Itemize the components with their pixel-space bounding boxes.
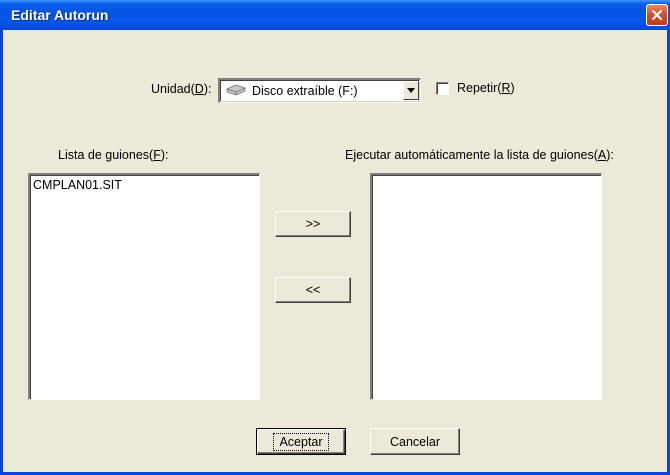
remove-from-autorun-button[interactable]: << <box>275 277 351 303</box>
remove-button-label: << <box>305 283 321 297</box>
removable-disk-icon <box>226 84 246 96</box>
unit-select[interactable]: Disco extraíble (F:) <box>218 78 421 103</box>
ok-button-label: Aceptar <box>273 432 329 451</box>
cancel-button-label: Cancelar <box>389 434 441 449</box>
ok-button[interactable]: Aceptar <box>256 428 346 455</box>
list-item[interactable]: CMPLAN01.SIT <box>33 178 122 192</box>
title-bar[interactable]: Editar Autorun <box>0 0 670 30</box>
unit-label: Unidad(D): <box>151 82 212 96</box>
add-to-autorun-button[interactable]: >> <box>275 211 351 237</box>
add-button-label: >> <box>305 217 321 231</box>
autorun-listbox[interactable] <box>370 173 602 400</box>
script-list-label: Lista de guiones(F): <box>58 148 169 162</box>
unit-select-value: Disco extraíble (F:) <box>252 84 358 98</box>
unit-dropdown-button[interactable] <box>403 81 419 100</box>
window-title: Editar Autorun <box>11 7 109 23</box>
autorun-list-label: Ejecutar automáticamente la lista de gui… <box>345 148 614 162</box>
close-icon <box>652 10 662 20</box>
dialog-content: Unidad(D): Disco extraíble (F:) Repetir(… <box>3 30 667 472</box>
repeat-checkbox[interactable] <box>436 82 449 95</box>
edit-autorun-dialog: Editar Autorun Unidad(D): Disco extraíbl… <box>0 0 670 475</box>
close-button[interactable] <box>646 4 668 26</box>
chevron-down-icon <box>407 88 415 93</box>
script-listbox[interactable]: CMPLAN01.SIT <box>28 173 260 400</box>
cancel-button[interactable]: Cancelar <box>370 428 460 455</box>
repeat-label[interactable]: Repetir(R) <box>457 81 515 95</box>
